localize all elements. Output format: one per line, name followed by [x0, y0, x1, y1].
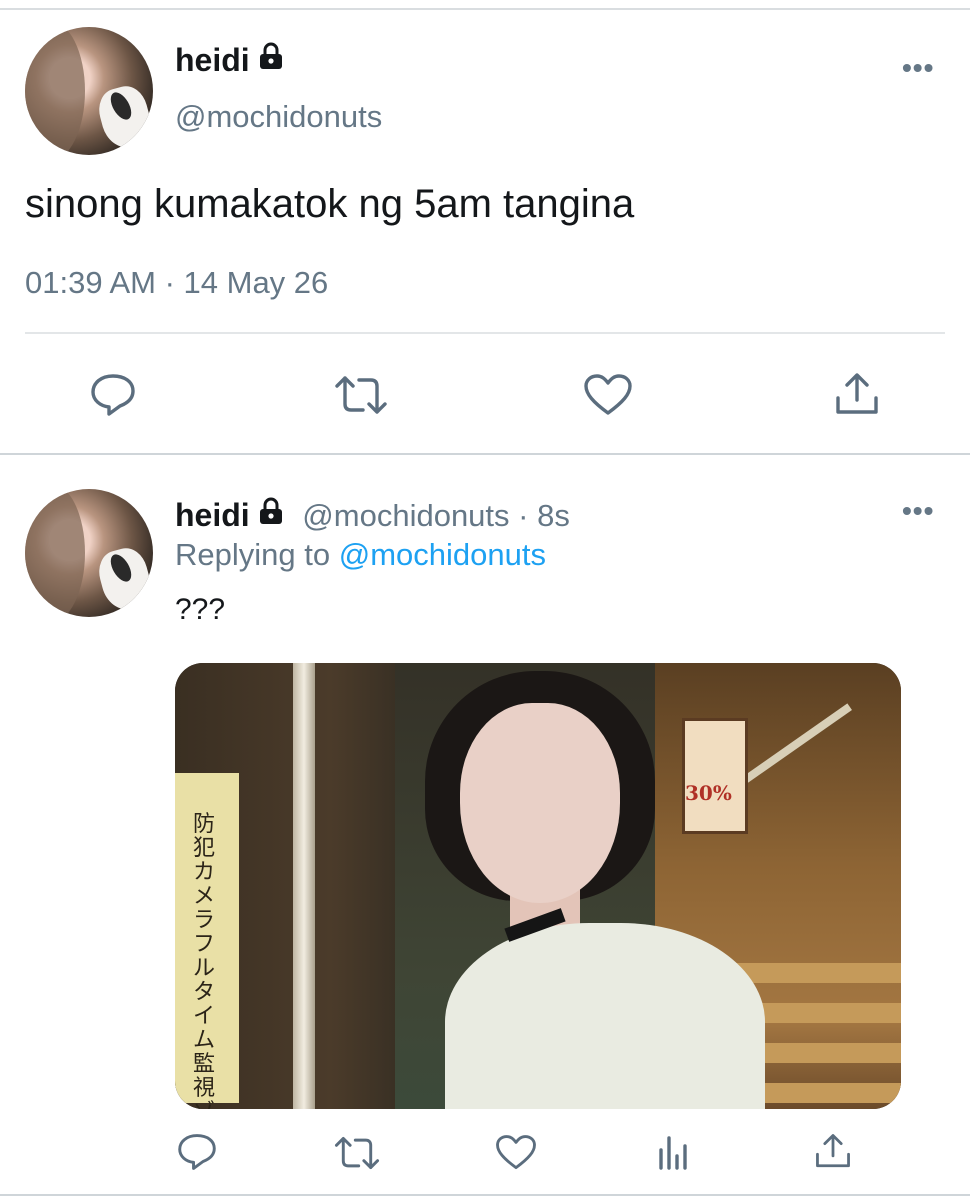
- analytics-icon[interactable]: [656, 1134, 692, 1170]
- handle[interactable]: @mochidonuts: [302, 498, 509, 533]
- tweet-text: sinong kumakatok ng 5am tangina: [25, 182, 635, 226]
- tweet-time[interactable]: 8s: [537, 498, 570, 533]
- like-icon[interactable]: [583, 373, 633, 417]
- tweet-text: ???: [175, 593, 226, 626]
- like-icon[interactable]: [495, 1134, 537, 1171]
- tweet-timestamp[interactable]: 01:39 AM · 14 May 26: [25, 265, 328, 301]
- photo-menu-text: 30%: [685, 781, 732, 805]
- share-icon[interactable]: [834, 372, 880, 416]
- more-icon[interactable]: •••: [902, 52, 934, 84]
- divider: [25, 332, 945, 334]
- lock-icon: [258, 41, 284, 78]
- avatar[interactable]: [25, 27, 153, 155]
- replying-prefix: Replying to: [175, 537, 331, 572]
- tweet-header: heidi @mochidonuts · 8s: [175, 497, 570, 533]
- avatar[interactable]: [25, 489, 153, 617]
- lock-icon: [258, 497, 284, 533]
- replying-to: Replying to @mochidonuts: [175, 537, 546, 573]
- share-icon[interactable]: [814, 1133, 852, 1169]
- retweet-icon[interactable]: [333, 1135, 381, 1171]
- tweet-separator: [0, 1194, 970, 1196]
- more-icon[interactable]: •••: [902, 495, 934, 527]
- photo-sign-text: 防犯カメラフルタイム監視ゾーン: [193, 812, 216, 1110]
- reply-icon[interactable]: [90, 373, 136, 417]
- tweet-separator: [0, 453, 970, 455]
- display-name-text: heidi: [175, 42, 250, 78]
- retweet-icon[interactable]: [333, 374, 389, 416]
- reply-icon[interactable]: [177, 1133, 217, 1171]
- tweet-photo[interactable]: 30% 防犯カメラフルタイム監視ゾーン: [175, 663, 901, 1109]
- handle[interactable]: @mochidonuts: [175, 99, 382, 135]
- display-name[interactable]: heidi: [175, 42, 284, 81]
- top-divider: [0, 8, 970, 10]
- mention-link[interactable]: @mochidonuts: [339, 537, 546, 572]
- display-name[interactable]: heidi: [175, 497, 250, 533]
